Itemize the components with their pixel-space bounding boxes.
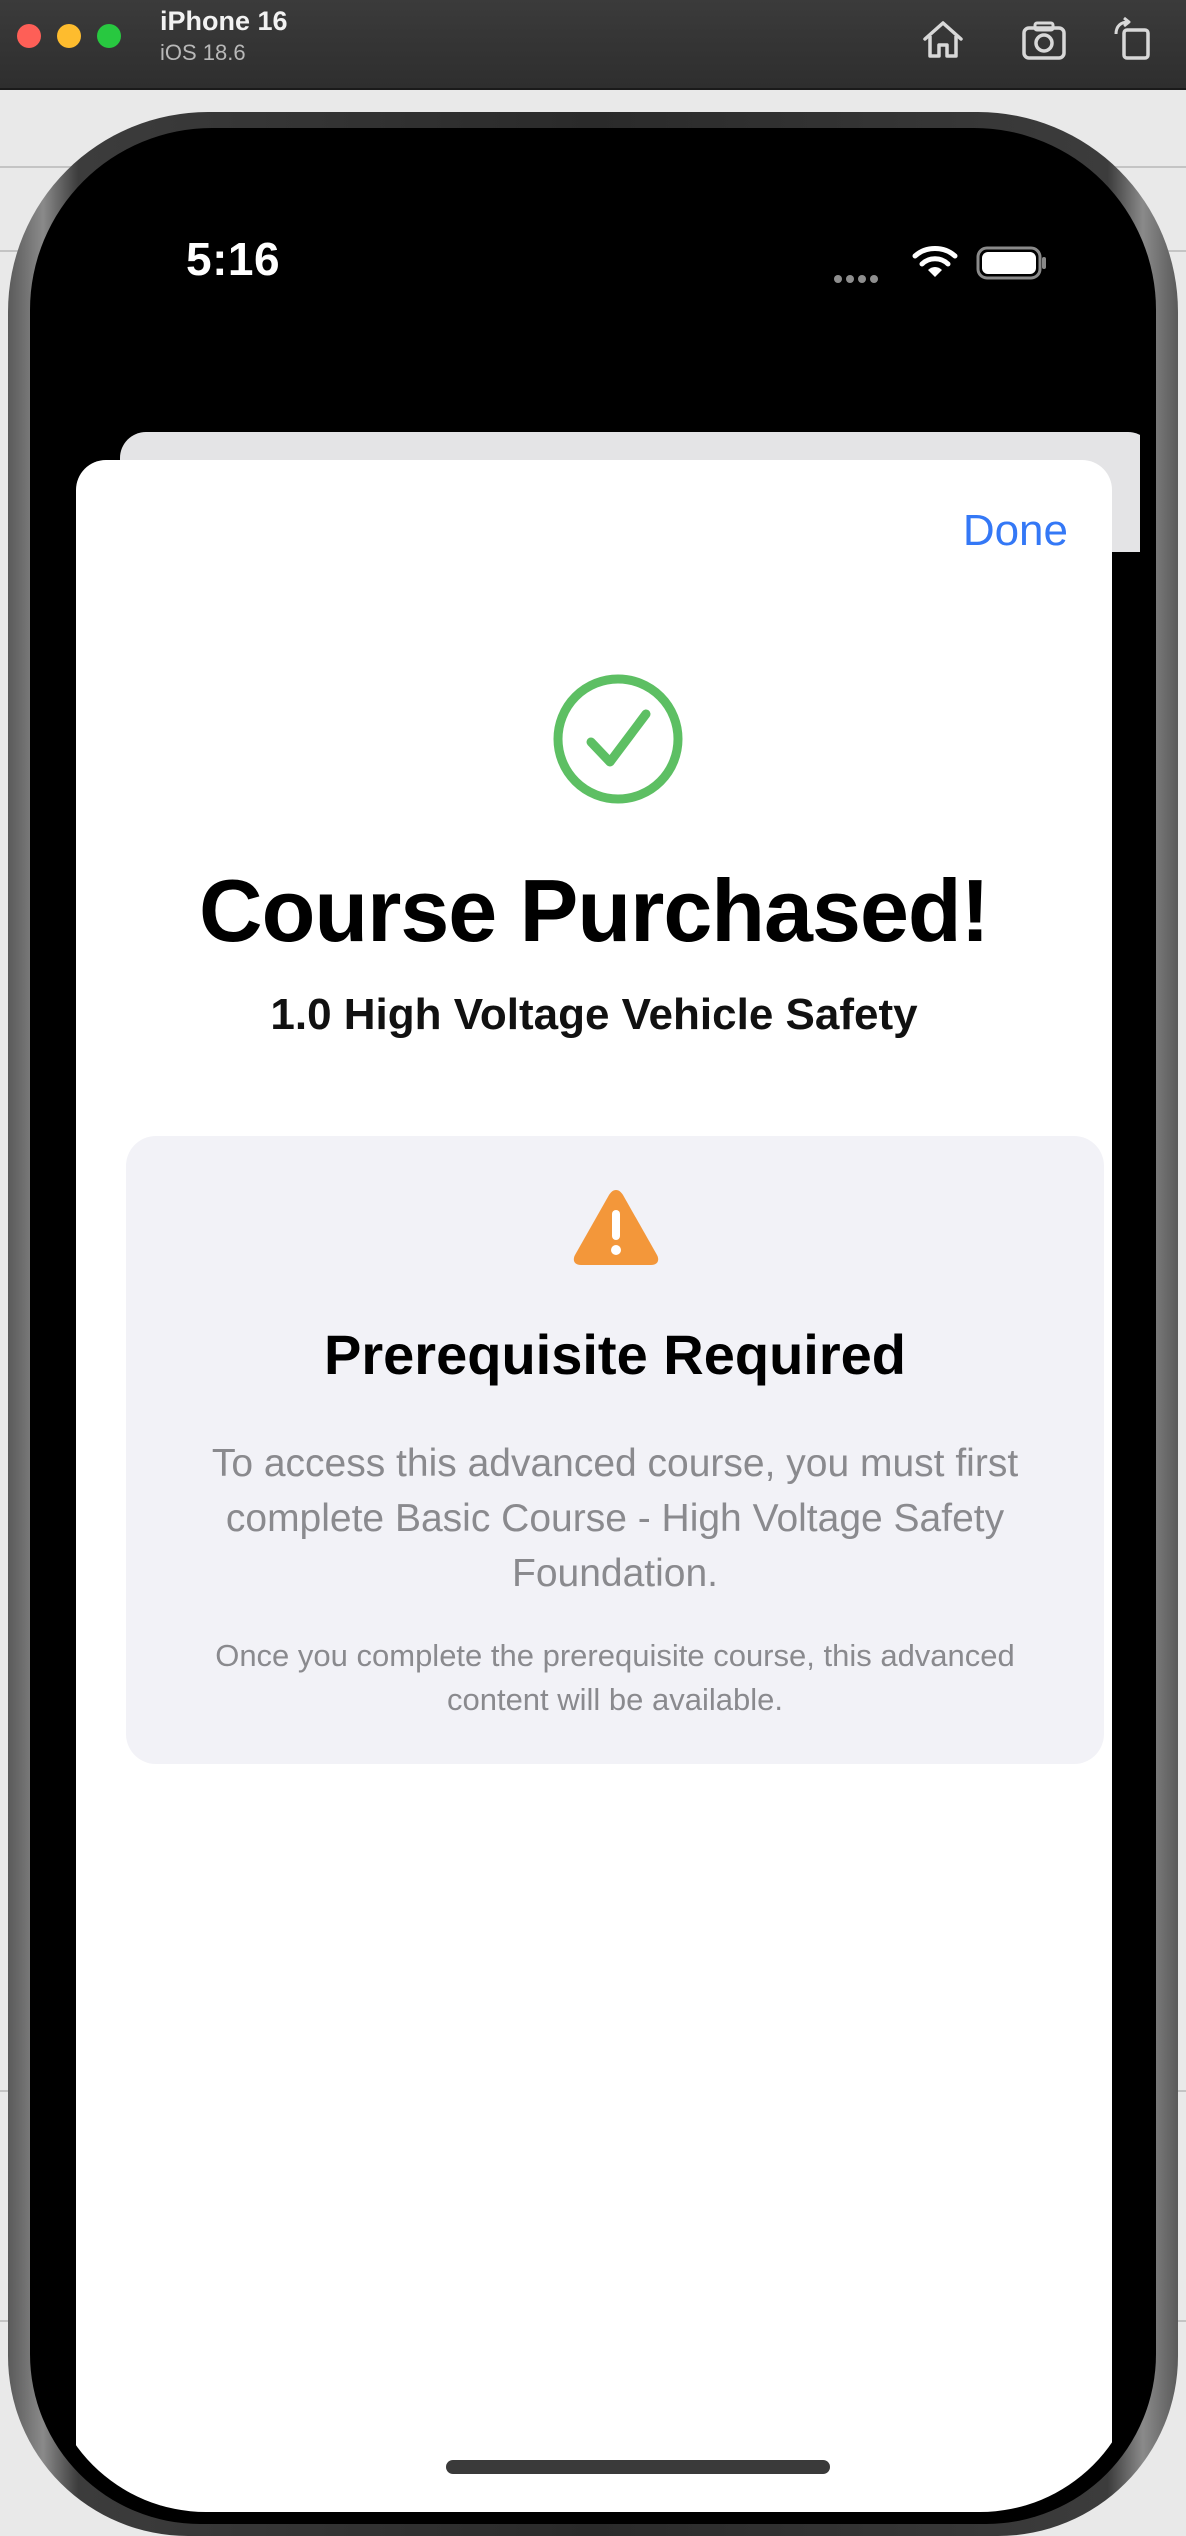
rotate-icon[interactable] (1108, 14, 1160, 66)
purchase-headline: Course Purchased! (199, 861, 990, 960)
device-bezel: 5:16 Done Course Purchased! 1.0 High Vol… (30, 128, 1156, 2524)
prerequisite-description: To access this advanced course, you must… (211, 1442, 1019, 1595)
device-os-version: iOS 18.6 (160, 40, 246, 65)
battery-icon (976, 246, 1046, 280)
warning-triangle-icon (573, 1190, 659, 1265)
window-close-button[interactable] (17, 24, 41, 48)
prerequisite-card: Prerequisite Required To access this adv… (126, 1136, 1104, 1764)
simulator-toolbar: iPhone 16 iOS 18.6 (0, 0, 1186, 90)
device-screen: 5:16 Done Course Purchased! 1.0 High Vol… (46, 142, 1140, 2512)
cellular-icon (834, 270, 882, 288)
home-icon[interactable] (917, 14, 969, 66)
prerequisite-title: Prerequisite Required (324, 1323, 906, 1386)
home-indicator[interactable] (446, 2460, 830, 2474)
screenshot-icon[interactable] (1018, 14, 1070, 66)
window-minimize-button[interactable] (57, 24, 81, 48)
wifi-icon (912, 246, 958, 277)
prerequisite-note: Once you complete the prerequisite cours… (215, 1638, 1015, 1717)
status-time: 5:16 (186, 233, 281, 285)
device-frame: 5:16 Done Course Purchased! 1.0 High Vol… (8, 112, 1178, 2536)
done-button[interactable]: Done (963, 506, 1068, 556)
purchase-confirmation-sheet: Done Course Purchased! 1.0 High Voltage … (76, 460, 1112, 2512)
checkmark-circle-icon (553, 674, 683, 804)
course-title: 1.0 High Voltage Vehicle Safety (270, 990, 918, 1039)
window-zoom-button[interactable] (97, 24, 121, 48)
device-name: iPhone 16 (160, 6, 288, 36)
